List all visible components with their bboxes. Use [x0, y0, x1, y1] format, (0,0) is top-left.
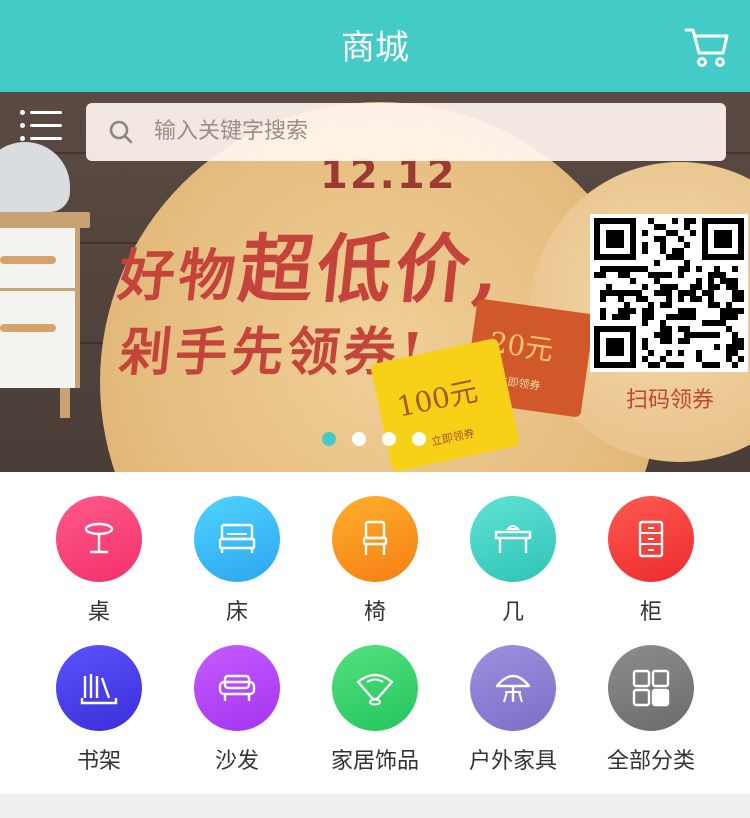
qr-caption: 扫码领券 — [626, 388, 715, 413]
carousel-dot[interactable] — [352, 432, 366, 446]
bookshelf-icon — [80, 674, 118, 705]
category-icon-circle[interactable] — [470, 645, 556, 731]
category-item[interactable]: 全部分类 — [586, 645, 716, 785]
category-icon-circle[interactable] — [470, 496, 556, 582]
table-icon — [84, 522, 114, 554]
chair-icon — [362, 520, 388, 555]
tea-table-icon — [494, 525, 532, 553]
category-label: 桌 — [87, 600, 110, 625]
category-item[interactable]: 椅 — [310, 496, 440, 636]
category-item[interactable]: 书架 — [34, 645, 164, 785]
carousel-dots[interactable] — [322, 432, 426, 448]
category-item[interactable]: 柜 — [586, 496, 716, 636]
cart-icon[interactable] — [684, 26, 730, 68]
category-grid: 桌 床 椅 几 柜书架 沙发 家居饰品 户外家具 全部分类 — [0, 472, 750, 794]
slogan-part-a: 好物 — [115, 243, 243, 309]
category-icon-circle[interactable] — [194, 496, 280, 582]
category-icon-circle[interactable] — [608, 645, 694, 731]
parasol-icon — [495, 674, 531, 703]
bed-icon — [218, 523, 256, 553]
category-item[interactable]: 几 — [448, 496, 578, 636]
category-icon-circle[interactable] — [56, 496, 142, 582]
fan-icon — [356, 673, 394, 706]
search-bar[interactable]: 输入关键字搜索 — [86, 103, 726, 161]
category-label: 户外家具 — [468, 749, 557, 774]
section-divider — [0, 794, 750, 818]
app-header: 商城 — [0, 0, 750, 92]
category-label: 床 — [225, 600, 248, 625]
carousel-dot[interactable] — [412, 432, 426, 446]
category-item[interactable]: 床 — [172, 496, 302, 636]
category-icon-circle[interactable] — [608, 496, 694, 582]
dresser-decor — [0, 212, 90, 418]
promo-banner[interactable]: 12.12 好物超低价, 剁手先领券! 20元 立即领券 100元 立即领券 扫… — [0, 92, 750, 472]
slogan-part-b: 超低价, — [234, 227, 508, 313]
promo-slogan-line1: 好物超低价, — [114, 210, 509, 317]
coupon-100-value: 100元 — [394, 374, 481, 424]
category-icon-circle[interactable] — [194, 645, 280, 731]
category-label: 全部分类 — [606, 749, 695, 774]
qr-code — [590, 214, 748, 372]
category-icon-circle[interactable] — [56, 645, 142, 731]
menu-icon[interactable] — [20, 110, 64, 150]
sofa-icon — [218, 674, 256, 701]
category-item[interactable]: 桌 — [34, 496, 164, 636]
category-label: 沙发 — [214, 749, 259, 774]
coupon-100-action: 立即领券 — [430, 426, 476, 449]
category-label: 书架 — [76, 749, 121, 774]
category-item[interactable]: 沙发 — [172, 645, 302, 785]
search-icon — [109, 120, 133, 144]
category-label: 家居饰品 — [330, 749, 419, 774]
page-title: 商城 — [341, 28, 409, 68]
grid-icon — [632, 669, 670, 707]
cabinet-icon — [638, 520, 664, 558]
category-label: 椅 — [363, 600, 386, 625]
category-item[interactable]: 家居饰品 — [310, 645, 440, 785]
carousel-dot[interactable] — [322, 432, 336, 446]
category-icon-circle[interactable] — [332, 645, 418, 731]
category-item[interactable]: 户外家具 — [448, 645, 578, 785]
carousel-dot[interactable] — [382, 432, 396, 446]
category-icon-circle[interactable] — [332, 496, 418, 582]
search-input[interactable]: 输入关键字搜索 — [154, 103, 308, 161]
category-label: 柜 — [639, 600, 662, 625]
category-label: 几 — [501, 600, 524, 625]
